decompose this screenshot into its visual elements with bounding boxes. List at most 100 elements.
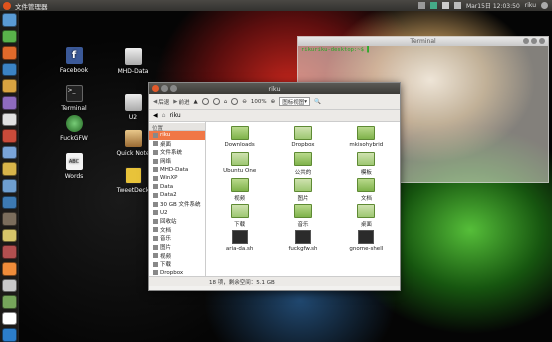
view-select[interactable]: 图标视图 ▾ [279,97,310,106]
network-icon[interactable] [417,2,425,9]
launcher-app-icon[interactable] [1,162,17,176]
sidebar-item[interactable]: 下载 [149,260,205,269]
terminal-icon: >_ [65,85,83,102]
launcher-app-icon[interactable] [1,79,17,93]
sidebar-item-label: 下载 [160,262,172,269]
launcher-app-icon[interactable] [1,112,17,127]
script-file-icon [231,230,248,244]
ubuntu-logo-icon[interactable] [3,1,11,10]
folder-icon [357,126,376,140]
sidebar-item[interactable]: 网络 [149,157,205,166]
power-icon[interactable] [541,2,548,9]
volume-icon[interactable] [453,2,461,9]
launcher-app-icon[interactable] [1,95,17,110]
sidebar-item[interactable]: 文件系统 [149,148,205,157]
file-item[interactable]: mkisohybrid [335,126,398,152]
battery-icon[interactable] [429,2,437,9]
minimize-icon[interactable] [523,38,529,44]
launcher-app-icon[interactable] [1,29,17,44]
sidebar-item[interactable]: U2 [149,208,205,217]
launcher-app-icon[interactable] [1,46,17,60]
file-item[interactable]: gnome-shell [335,230,398,256]
sidebar-item[interactable]: riku [149,131,205,140]
file-item[interactable]: 音乐 [271,204,334,230]
sidebar-item-label: Data2 [160,192,177,199]
zoom-out-button[interactable]: ⊖ [242,99,247,105]
file-item[interactable]: 图片 [271,178,334,204]
file-item[interactable]: aria-da.sh [208,230,271,256]
user-name[interactable]: riku [525,2,536,9]
up-button[interactable]: ▲ [194,99,198,105]
sidebar-item[interactable]: 音乐 [149,234,205,243]
mail-icon[interactable] [441,2,449,9]
file-item[interactable]: 桌面 [335,204,398,230]
sidebar-item[interactable]: MHD-Data [149,165,205,174]
place-icon [153,149,158,155]
launcher-app-icon[interactable] [1,178,17,193]
sidebar-item[interactable]: Data2 [149,191,205,200]
desktop-icon-facebook[interactable]: f Facebook [51,47,97,74]
launcher-app-icon[interactable] [1,13,17,27]
desktop-icon-words[interactable]: ABC Words [51,153,97,180]
minimize-icon[interactable] [161,85,168,92]
stop-icon[interactable] [201,98,209,105]
file-item[interactable]: Ubuntu One [208,152,271,178]
launcher-app-icon[interactable] [1,295,17,309]
launcher-app-icon[interactable] [1,261,17,276]
terminal-titlebar[interactable]: Terminal [298,37,548,46]
sidebar-item[interactable]: Data [149,183,205,192]
folder-icon [357,178,376,192]
sidebar-item[interactable]: 图片 [149,243,205,252]
place-icon [153,235,158,241]
terminal-prompt[interactable]: rikuriku-desktop:~$ ▌ [298,46,548,54]
file-manager-window: riku ◀ 后退 ▶ 前进 ▲ ⌂ ⊖ 100% ⊕ 图标视图 ▾ 🔍 ◀ ⌂ r… [148,82,401,291]
file-item[interactable]: Dropbox [271,126,334,152]
forward-button[interactable]: ▶ 前进 [173,98,189,106]
desktop-icon-fuckgfw[interactable]: FuckGFW [51,115,97,142]
launcher-app-icon[interactable] [1,145,17,160]
sidebar-item[interactable]: 桌面 [149,140,205,149]
path-left-arrow[interactable]: ◀ [153,112,158,119]
clock[interactable]: Mar15日 12:03:50 [466,1,520,10]
sidebar-item[interactable]: 回收站 [149,217,205,226]
reload-icon[interactable] [212,98,220,105]
sidebar-item[interactable]: 文档 [149,226,205,235]
close-icon[interactable] [152,85,159,92]
maximize-icon[interactable] [170,85,177,92]
launcher-app-icon[interactable] [1,228,17,243]
launcher-app-icon[interactable] [1,62,17,77]
computer-icon[interactable] [231,98,239,105]
file-item[interactable]: Downloads [208,126,271,152]
sidebar-item[interactable]: WinXP [149,174,205,183]
desktop-icon-mhd-data[interactable]: MHD-Data [110,48,156,75]
file-item[interactable]: 公共的 [271,152,334,178]
launcher-app-icon[interactable] [1,328,17,342]
sidebar-item[interactable]: 视频 [149,251,205,260]
file-item[interactable]: 文档 [335,178,398,204]
launcher-app-icon[interactable] [1,278,17,293]
launcher-app-icon[interactable] [1,195,17,210]
folder-icon [357,204,376,218]
close-icon[interactable] [539,38,545,44]
place-icon [153,218,158,224]
launcher-app-icon[interactable] [1,212,17,226]
file-item[interactable]: 模板 [335,152,398,178]
maximize-icon[interactable] [531,38,537,44]
path-crumb-riku[interactable]: riku [169,112,180,119]
back-button[interactable]: ◀ 后退 [153,98,169,106]
file-item[interactable]: fuckgfw.sh [271,230,334,256]
file-item[interactable]: 下载 [208,204,271,230]
dictionary-icon: ABC [65,153,83,170]
file-item[interactable]: 视频 [208,178,271,204]
search-icon[interactable]: 🔍 [314,99,321,105]
sidebar-item[interactable]: 30 GB 文件系统 [149,200,205,209]
launcher-app-icon[interactable] [1,311,17,326]
file-manager-titlebar[interactable]: riku [149,83,400,94]
launcher-app-icon[interactable] [1,245,17,259]
sidebar-item[interactable]: Dropbox [149,269,205,277]
desktop-icon-terminal[interactable]: >_ Terminal [51,85,97,112]
launcher-app-icon[interactable] [1,129,17,143]
file-item-label: 下载 [234,222,246,228]
zoom-in-button[interactable]: ⊕ [271,99,276,105]
home-button[interactable]: ⌂ [224,99,228,105]
